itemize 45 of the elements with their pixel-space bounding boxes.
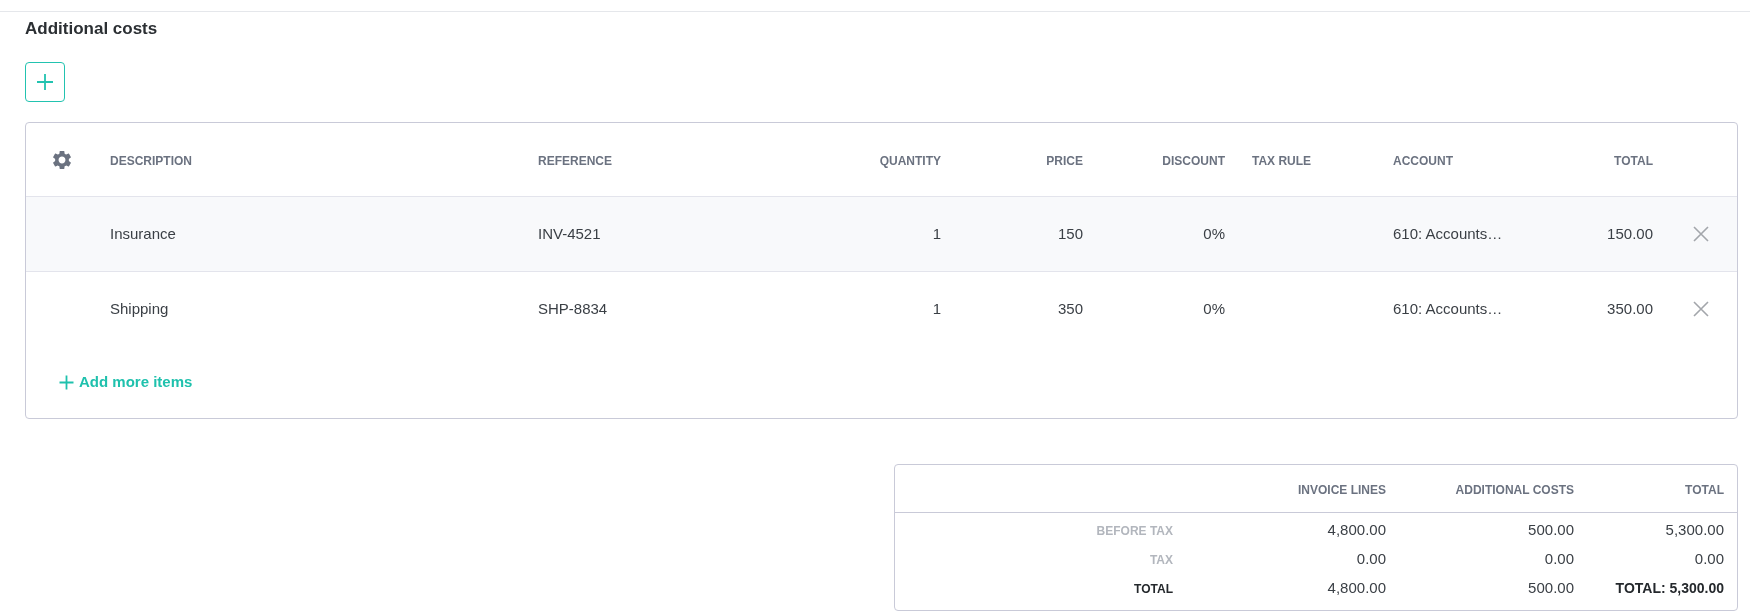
plus-icon: [59, 375, 74, 390]
summary-row-label: BEFORE TAX: [1096, 523, 1173, 538]
table-cell: 1: [932, 300, 941, 317]
column-header: DESCRIPTION: [110, 153, 192, 168]
summary-value: 4,800.00: [1327, 578, 1386, 596]
summary-column-header: INVOICE LINES: [1298, 482, 1386, 497]
table-cell: Shipping: [110, 300, 169, 317]
table-cell: 350: [1057, 300, 1083, 317]
summary-value: TOTAL: 5,300.00: [1615, 579, 1724, 596]
table-cell: 610: Accounts…: [1393, 225, 1503, 242]
summary-value: 4,800.00: [1327, 520, 1386, 538]
table-cell: 610: Accounts…: [1393, 300, 1503, 317]
add-button[interactable]: [25, 62, 65, 102]
column-header: QUANTITY: [879, 153, 941, 168]
table-cell: Insurance: [110, 225, 176, 242]
summary-column-header: ADDITIONAL COSTS: [1455, 482, 1574, 497]
summary-row-label: TAX: [1149, 552, 1173, 567]
column-header: TAX RULE: [1252, 153, 1312, 168]
table-cell: 0%: [1203, 300, 1225, 317]
summary-value: 0.00: [1356, 549, 1386, 567]
plus-icon: [36, 73, 54, 91]
table-cell: 150: [1057, 225, 1083, 242]
table-cell: 150.00: [1607, 225, 1653, 242]
summary-column-header: TOTAL: [1685, 482, 1724, 497]
summary-value: 0.00: [1694, 549, 1724, 567]
close-icon[interactable]: [1693, 301, 1709, 317]
summary-value: 0.00: [1544, 549, 1574, 567]
summary-value: 5,300.00: [1665, 520, 1724, 538]
settings-icon[interactable]: [53, 150, 71, 169]
table-cell: 0%: [1203, 225, 1225, 242]
summary-row-label: TOTAL: [1134, 581, 1173, 596]
add-items-link[interactable]: Add more items: [59, 371, 193, 394]
table-cell: 350.00: [1607, 300, 1653, 317]
column-header: REFERENCE: [538, 153, 612, 168]
table-cell: INV-4521: [538, 225, 601, 242]
column-header: ACCOUNT: [1393, 153, 1453, 168]
summary-value: 500.00: [1528, 578, 1574, 596]
table-cell: SHP-8834: [538, 300, 608, 317]
column-header: TOTAL: [1614, 153, 1653, 168]
column-header: DISCOUNT: [1162, 153, 1225, 168]
table-cell: 1: [932, 225, 941, 242]
summary-value: 500.00: [1528, 520, 1574, 538]
section-title: Additional costs: [25, 19, 158, 39]
close-icon[interactable]: [1693, 226, 1709, 242]
column-header: PRICE: [1046, 153, 1083, 168]
